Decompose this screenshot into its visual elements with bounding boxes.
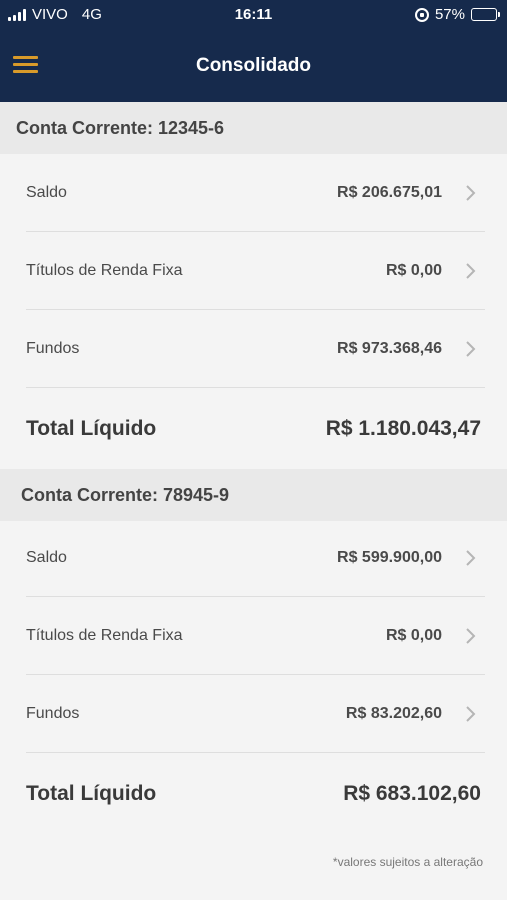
row-titulos-renda-fixa[interactable]: Títulos de Renda Fixa R$ 0,00 [0, 597, 507, 675]
divider [26, 387, 485, 388]
divider [26, 752, 485, 753]
row-saldo[interactable]: Saldo R$ 599.900,00 [0, 519, 507, 597]
total-label: Total Líquido [26, 417, 157, 440]
battery-percent: 57% [434, 6, 465, 23]
chevron-right-icon [466, 263, 476, 279]
status-right: 57% [414, 6, 500, 23]
total-value: R$ 683.102,60 [343, 782, 481, 805]
row-value: R$ 206.675,01 [337, 184, 442, 201]
row-titulos-renda-fixa[interactable]: Títulos de Renda Fixa R$ 0,00 [0, 232, 507, 310]
account-header: Conta Corrente: 78945-9 [0, 469, 507, 521]
orientation-lock-icon [414, 7, 429, 22]
row-fundos[interactable]: Fundos R$ 973.368,46 [0, 310, 507, 388]
total-value: R$ 1.180.043,47 [325, 417, 481, 440]
row-value: R$ 599.900,00 [337, 549, 442, 566]
total-row: Total Líquido R$ 683.102,60 [0, 755, 507, 833]
row-saldo[interactable]: Saldo R$ 206.675,01 [0, 154, 507, 232]
row-label: Títulos de Renda Fixa [26, 262, 183, 279]
row-value: R$ 83.202,60 [345, 705, 442, 722]
row-value: R$ 973.368,46 [337, 340, 442, 357]
disclaimer-footnote: *valores sujeitos a alteração [332, 855, 483, 869]
row-label: Fundos [26, 705, 80, 722]
row-value: R$ 0,00 [385, 262, 442, 279]
chevron-right-icon [466, 550, 476, 566]
chevron-right-icon [466, 341, 476, 357]
row-value: R$ 0,00 [385, 627, 442, 644]
total-row: Total Líquido R$ 1.180.043,47 [0, 390, 507, 468]
app-header: VIVO 4G 16:11 57% Consolidado [0, 0, 507, 102]
row-label: Saldo [26, 549, 67, 566]
row-label: Títulos de Renda Fixa [26, 627, 183, 644]
chevron-right-icon [466, 185, 476, 201]
status-bar: VIVO 4G 16:11 57% [0, 0, 507, 30]
row-label: Saldo [26, 184, 67, 201]
chevron-right-icon [466, 628, 476, 644]
account-header: Conta Corrente: 12345-6 [0, 102, 507, 154]
row-fundos[interactable]: Fundos R$ 83.202,60 [0, 675, 507, 753]
total-label: Total Líquido [26, 782, 157, 805]
page-title: Consolidado [195, 55, 312, 76]
battery-icon [471, 8, 500, 21]
chevron-right-icon [466, 706, 476, 722]
row-label: Fundos [26, 340, 80, 357]
